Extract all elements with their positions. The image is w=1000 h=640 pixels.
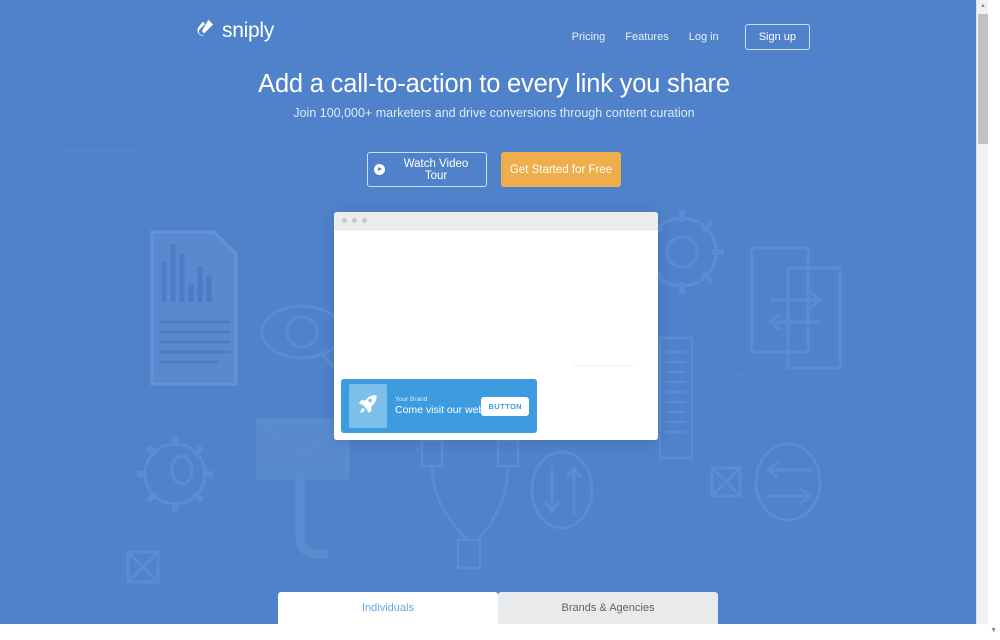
x-box-icon-2	[710, 466, 742, 498]
hero-cta-row: Watch Video Tour Get Started for Free	[0, 152, 988, 187]
browser-mockup: Your Brand Come visit our website BUTTON	[334, 212, 658, 440]
tab-brands-agencies[interactable]: Brands & Agencies	[498, 592, 718, 624]
tab-individuals[interactable]: Individuals	[278, 592, 498, 624]
nav-link-login[interactable]: Log in	[689, 31, 719, 43]
hero-subheadline: Join 100,000+ marketers and drive conver…	[293, 106, 695, 120]
scroll-up-arrow-icon[interactable]: ▲	[977, 0, 988, 12]
brand-logo[interactable]: sniply	[196, 18, 274, 42]
top-navigation: sniply Pricing Features Log in Sign up	[0, 0, 988, 62]
chart-document-icon	[150, 230, 238, 386]
get-started-free-button[interactable]: Get Started for Free	[501, 152, 621, 187]
sniply-ribbon-icon	[196, 18, 215, 42]
signup-button[interactable]: Sign up	[744, 24, 810, 50]
watch-video-tour-label: Watch Video Tour	[403, 157, 469, 182]
brand-name: sniply	[222, 18, 274, 42]
watch-video-tour-button[interactable]: Watch Video Tour	[367, 152, 487, 187]
browser-titlebar	[334, 212, 658, 230]
snip-text-block: Your Brand Come visit our website	[395, 395, 501, 417]
vertical-scrollbar[interactable]: ▲	[976, 0, 988, 624]
audience-tabs: Individuals Brands & Agencies	[278, 592, 718, 624]
transfer-documents-icon	[750, 246, 842, 370]
x-box-icon-1	[126, 550, 160, 584]
nav-links-group: Pricing Features Log in Sign up	[572, 24, 810, 50]
envelope-icon	[256, 418, 350, 559]
page-viewport: sniply Pricing Features Log in Sign up A…	[0, 0, 988, 624]
snip-message: Come visit our website	[395, 404, 501, 417]
snip-cta-button[interactable]: BUTTON	[481, 396, 529, 416]
updown-arrows-icon	[530, 450, 594, 530]
nav-link-features[interactable]: Features	[625, 31, 668, 43]
search-eye-icon	[260, 304, 344, 378]
lined-document-icon	[658, 336, 694, 460]
hero-section: sniply Pricing Features Log in Sign up A…	[0, 0, 988, 624]
horizontal-scrollbar-area[interactable]: ▼	[0, 624, 1000, 640]
hero-headline: Add a call-to-action to every link you s…	[258, 70, 730, 98]
leftright-arrows-icon	[754, 442, 822, 522]
browser-content-area: Your Brand Come visit our website BUTTON	[334, 230, 658, 440]
gear-icon-2	[137, 436, 213, 512]
window-dot-close-icon	[342, 218, 347, 223]
placeholder-line	[573, 365, 633, 366]
scrollbar-thumb[interactable]	[978, 14, 988, 144]
snip-thumbnail	[349, 384, 387, 428]
scroll-down-arrow-icon[interactable]: ▼	[990, 627, 997, 634]
snip-widget: Your Brand Come visit our website BUTTON	[341, 379, 537, 433]
window-dot-maximize-icon	[362, 218, 367, 223]
nav-link-pricing[interactable]: Pricing	[572, 31, 606, 43]
window-dot-minimize-icon	[352, 218, 357, 223]
play-circle-icon	[374, 164, 385, 175]
rocket-icon	[357, 393, 379, 420]
snip-brand-label: Your Brand	[395, 395, 428, 403]
